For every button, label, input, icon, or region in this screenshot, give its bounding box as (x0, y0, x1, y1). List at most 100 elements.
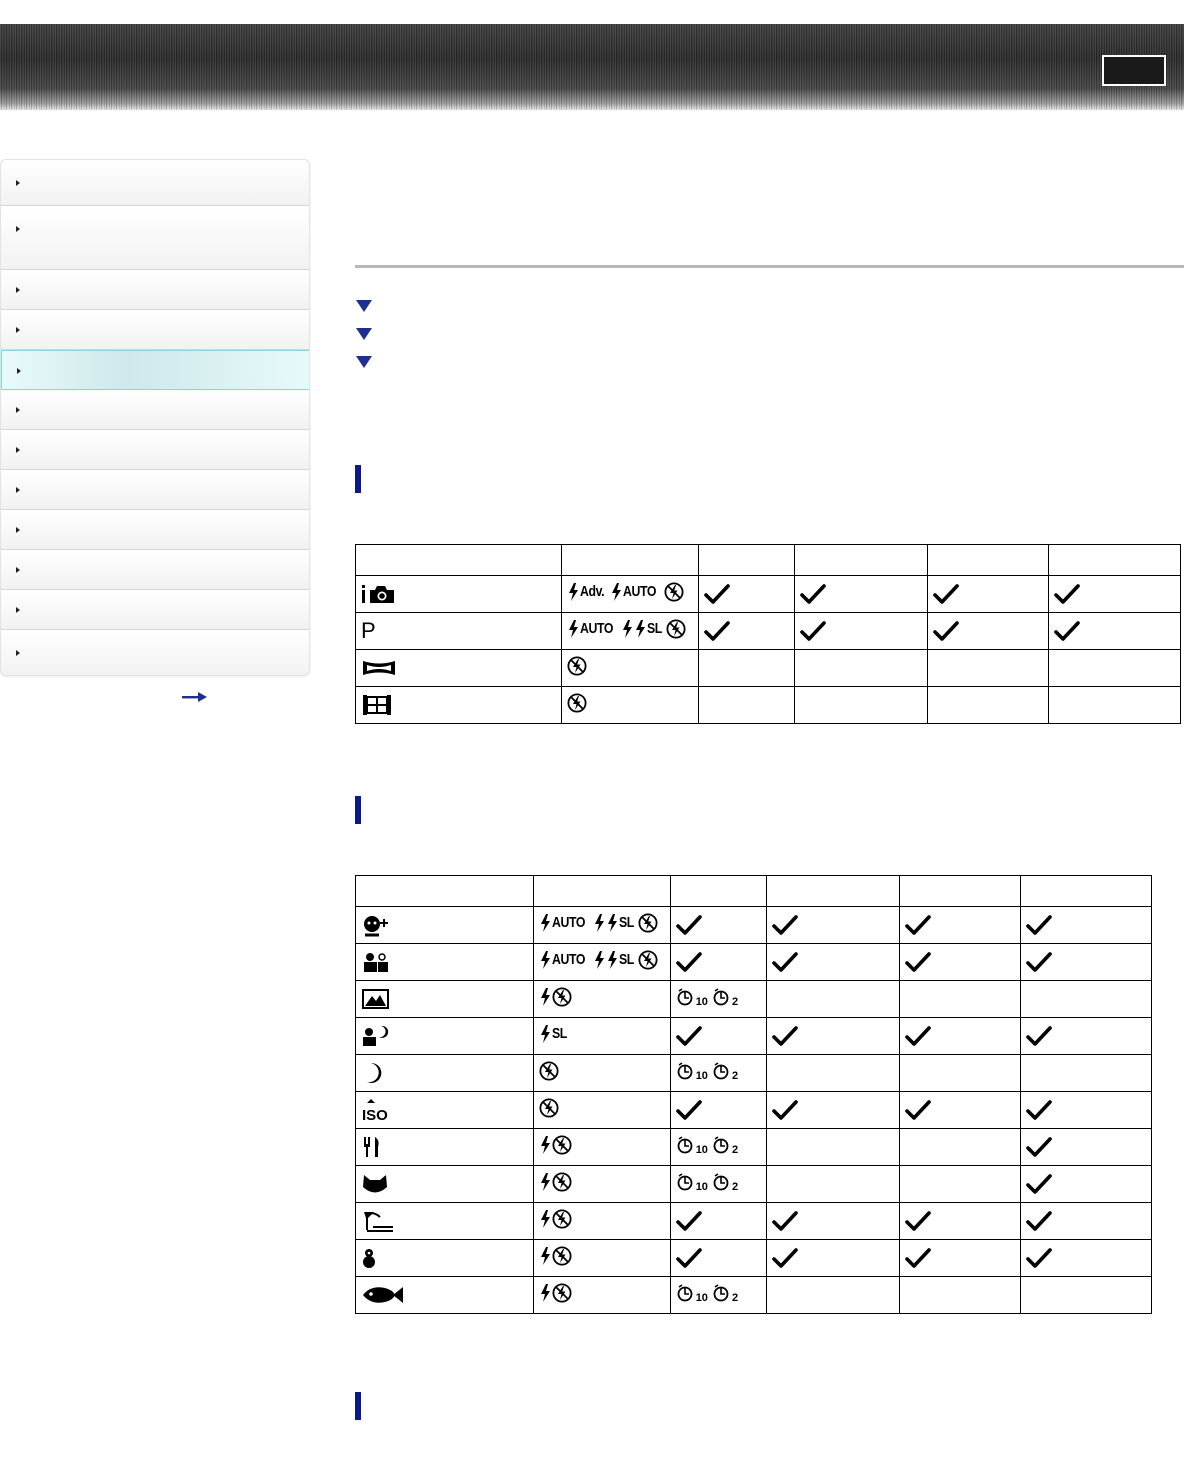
function-cell (927, 649, 1050, 687)
flash-cell (532, 980, 671, 1018)
flash-mode-label: SL (551, 1025, 567, 1042)
function-cell: 10 2 (669, 1165, 767, 1203)
mode-cell (355, 943, 534, 981)
flash-cell (532, 1054, 671, 1092)
flash-cell: SL (532, 1017, 671, 1055)
check-icon (1026, 1137, 1052, 1157)
soft-skin-icon (364, 916, 388, 937)
flash-modes (567, 692, 587, 713)
caret-right-icon (16, 607, 20, 613)
check-icon (771, 1026, 798, 1046)
flash-off-icon (539, 1060, 559, 1081)
down-triangle-icon[interactable] (356, 328, 372, 340)
self-timer-2sec-icon (713, 1135, 729, 1153)
table-row: 10 2 (355, 980, 1152, 1018)
sidebar-item[interactable] (1, 390, 309, 430)
self-timer-10sec-icon (677, 1135, 693, 1153)
check-icon (771, 1211, 798, 1231)
mode-cell (355, 906, 534, 944)
function-cell (1020, 943, 1152, 981)
flash-mode-label: SL (618, 914, 634, 931)
function-cell (765, 1128, 901, 1166)
flash-off-icon (567, 692, 587, 713)
function-cell (899, 1128, 1022, 1166)
flash-cell (532, 1128, 671, 1166)
mode-cell (355, 1128, 534, 1166)
caret-right-icon (16, 180, 20, 186)
sidebar-item[interactable] (1, 310, 309, 350)
sidebar-item[interactable] (1, 350, 309, 390)
sidebar-item[interactable] (1, 630, 309, 675)
flash-modes (539, 1060, 559, 1081)
down-triangle-icon[interactable] (356, 300, 372, 312)
sidebar-item[interactable] (1, 206, 309, 270)
sidebar-item[interactable] (1, 590, 309, 630)
function-cell (669, 1091, 767, 1129)
sidebar-item[interactable] (1, 430, 309, 470)
program-auto-icon: P (361, 618, 376, 643)
function-cell (765, 943, 901, 981)
self-timer-10sec-icon (677, 1172, 693, 1190)
flash-modes (539, 986, 572, 1007)
flash-bolt-icon (622, 619, 632, 638)
movie-mode-icon (363, 695, 391, 715)
high-sensitivity-icon: ISO (362, 1099, 388, 1122)
down-triangle-icon[interactable] (356, 356, 372, 368)
flash-bolt-icon (540, 1209, 550, 1228)
function-cell (765, 980, 901, 1018)
caret-right-icon (16, 447, 20, 453)
check-icon (1026, 1100, 1052, 1120)
function-cell (669, 1017, 767, 1055)
check-icon (1026, 1174, 1052, 1194)
flash-bolt-icon (540, 1024, 550, 1043)
function-cell: 10 2 (669, 980, 767, 1018)
mode-cell (355, 1017, 534, 1055)
check-icon (675, 1248, 702, 1268)
function-cell (927, 612, 1050, 650)
flash-off-icon (552, 1134, 572, 1155)
intelligent-auto-icon (362, 585, 394, 603)
flash-off-icon (552, 1208, 572, 1229)
table-row: Adv. AUTO (355, 575, 1181, 613)
self-timer-group: 10 2 (676, 1283, 738, 1304)
function-cell: 10 2 (669, 1128, 767, 1166)
flash-off-icon (638, 949, 658, 970)
table-row (355, 1239, 1152, 1277)
self-timer-group: 10 2 (676, 1135, 738, 1156)
check-icon (1026, 1026, 1052, 1046)
function-cell (1020, 1239, 1152, 1277)
flash-mode-label: AUTO (623, 583, 657, 600)
self-timer-2sec-icon (713, 1172, 729, 1190)
table-row (355, 686, 1181, 724)
flash-cell (560, 649, 699, 687)
function-cell (1048, 649, 1181, 687)
function-cell (765, 1054, 901, 1092)
sidebar-item[interactable] (1, 270, 309, 310)
check-icon (675, 1211, 702, 1231)
flash-bolt-icon (635, 619, 645, 638)
flash-bolt-icon (540, 1172, 550, 1191)
check-icon (771, 1248, 798, 1268)
check-icon (703, 584, 730, 604)
header-cell (1048, 544, 1181, 576)
sidebar-item[interactable] (1, 470, 309, 510)
check-icon (905, 915, 932, 935)
mode-cell (355, 1165, 534, 1203)
flash-modes (539, 1134, 572, 1155)
function-cell (697, 612, 795, 650)
timer-2-label: 2 (731, 1069, 739, 1082)
flash-mode-label: AUTO (579, 620, 613, 637)
flash-modes: SL (539, 1024, 570, 1044)
header-cell (899, 875, 1022, 907)
mode-cell: P (355, 612, 562, 650)
header-cell (765, 875, 901, 907)
flash-bolt-icon (540, 950, 550, 969)
sidebar-item[interactable] (1, 160, 309, 206)
header-button[interactable] (1102, 55, 1166, 86)
sidebar-item[interactable] (1, 550, 309, 590)
check-icon (675, 1026, 702, 1046)
function-cell (899, 1017, 1022, 1055)
right-arrow-icon[interactable] (182, 691, 208, 703)
sidebar-item[interactable] (1, 510, 309, 550)
function-cell (765, 1165, 901, 1203)
